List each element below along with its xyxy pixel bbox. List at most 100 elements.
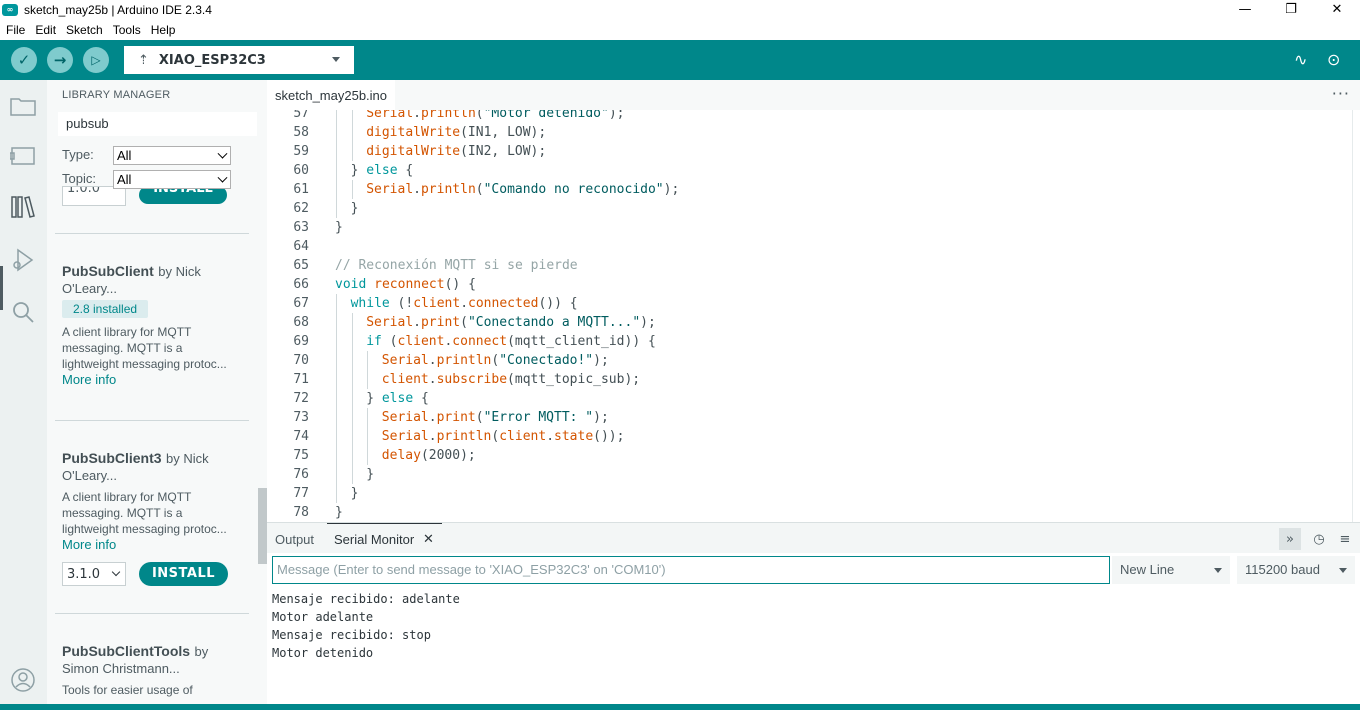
code-token: {: [413, 391, 429, 406]
code-token: () {: [444, 277, 476, 292]
code-text: }: [335, 503, 343, 522]
more-actions-icon[interactable]: ···: [1332, 84, 1350, 103]
indent-guide: [367, 446, 369, 465]
code-line: 59 digitalWrite(IN2, LOW);: [267, 142, 1347, 161]
more-info-link[interactable]: More info: [62, 372, 242, 387]
baud-rate-select[interactable]: 115200 baud: [1237, 556, 1355, 584]
tab-sketch[interactable]: sketch_may25b.ino: [267, 80, 395, 110]
code-line: 60} else {: [267, 161, 1347, 180]
code-line: 74 Serial.println(client.state());: [267, 427, 1347, 446]
menu-edit[interactable]: Edit: [35, 23, 56, 37]
debug-icon[interactable]: [9, 246, 37, 274]
restore-icon[interactable]: ❐: [1268, 0, 1314, 19]
line-number: 58: [293, 125, 309, 140]
indent-guide: [351, 142, 353, 161]
line-number: 66: [293, 277, 309, 292]
editor-scrollbar[interactable]: [1352, 110, 1360, 522]
code-line: 71 client.subscribe(mqtt_topic_sub);: [267, 370, 1347, 389]
board-selector[interactable]: ⇡ XIAO_ESP32C3: [124, 46, 354, 74]
minimize-icon[interactable]: —: [1222, 0, 1268, 19]
search-icon[interactable]: [9, 298, 37, 326]
partial-version-select[interactable]: 1.0.0: [62, 186, 126, 206]
chevron-down-icon: [332, 57, 340, 62]
code-text: if (client.connect(mqtt_client_id)) {: [366, 332, 656, 351]
code-token: (: [460, 315, 468, 330]
toggle-autoscroll-icon[interactable]: »: [1279, 528, 1301, 550]
library-manager-panel: LIBRARY MANAGER pubsub 1.0.0 INSTALL Typ…: [47, 80, 267, 704]
code-line: 62}: [267, 199, 1347, 218]
debug-button[interactable]: ▷: [83, 47, 109, 73]
code-token: connected: [468, 296, 539, 311]
code-line: 66 void reconnect() {: [267, 275, 1347, 294]
indent-guide: [351, 370, 353, 389]
bottom-panel-tabs: Output Serial Monitor ✕ » ◷ ≡: [267, 522, 1360, 553]
code-line: 65 // Reconexión MQTT si se pierde: [267, 256, 1347, 275]
debug-icon: ▷: [91, 53, 101, 67]
close-icon[interactable]: ✕: [423, 532, 434, 547]
line-number: 71: [293, 372, 309, 387]
line-number: 59: [293, 144, 309, 159]
code-token: .: [428, 353, 437, 368]
serial-plotter-icon[interactable]: ∿: [1294, 50, 1307, 69]
indent-guide: [351, 465, 353, 484]
library-manager-icon[interactable]: [9, 193, 37, 221]
code-line: 63}: [267, 218, 1347, 237]
indent-guide: [336, 408, 337, 427]
code-line: 58 digitalWrite(IN1, LOW);: [267, 123, 1347, 142]
menu-sketch[interactable]: Sketch: [66, 23, 103, 37]
topic-select[interactable]: All: [113, 170, 231, 189]
serial-message-input[interactable]: Message (Enter to send message to 'XIAO_…: [272, 556, 1110, 584]
serial-output-line: Mensaje recibido: stop: [272, 628, 431, 642]
tab-output[interactable]: Output: [275, 532, 314, 547]
code-token: digitalWrite: [366, 144, 461, 159]
indent-guide: [351, 123, 353, 142]
code-line: 72} else {: [267, 389, 1347, 408]
clear-output-icon[interactable]: ≡: [1334, 528, 1356, 550]
indent-guide: [367, 351, 369, 370]
code-editor[interactable]: 57 Serial.println("Motor detenido"); 58 dig…: [267, 110, 1360, 522]
verify-button[interactable]: ✓: [11, 47, 37, 73]
arduino-logo-icon: ∞: [2, 3, 18, 16]
code-token: println: [436, 429, 492, 444]
code-token: Serial: [381, 410, 429, 425]
account-icon[interactable]: [9, 666, 37, 694]
library-name: PubSubClientTools: [62, 643, 191, 659]
line-ending-select[interactable]: New Line: [1112, 556, 1230, 584]
line-number: 57: [293, 110, 309, 121]
editor-tabs: sketch_may25b.ino ···: [267, 80, 1360, 110]
folder-icon[interactable]: [9, 92, 37, 120]
version-select[interactable]: 3.1.0: [62, 562, 126, 586]
install-button[interactable]: INSTALL: [139, 562, 228, 586]
code-token: println: [420, 182, 476, 197]
menu-tools[interactable]: Tools: [113, 23, 141, 37]
close-icon[interactable]: ✕: [1314, 0, 1360, 19]
menu-help[interactable]: Help: [151, 23, 176, 37]
code-token: "Conectado!": [499, 353, 594, 368]
timestamp-icon[interactable]: ◷: [1308, 528, 1330, 550]
indent-guide: [336, 180, 337, 199]
serial-monitor-icon[interactable]: ⊙: [1327, 50, 1340, 69]
line-number: 73: [293, 410, 309, 425]
sidebar-scrollbar[interactable]: [258, 488, 267, 564]
more-info-link[interactable]: More info: [62, 537, 242, 552]
type-select[interactable]: All: [113, 146, 231, 165]
window-title: sketch_may25b | Arduino IDE 2.3.4: [24, 2, 212, 17]
board-manager-icon[interactable]: [9, 142, 37, 170]
line-number: 67: [293, 296, 309, 311]
menu-bar: File Edit Sketch Tools Help: [0, 19, 1360, 40]
chevron-down-icon: [217, 172, 228, 183]
library-item-pubsubclient: PubSubClient by Nick O'Leary... 2.8 inst…: [62, 263, 242, 387]
indent-guide: [351, 427, 353, 446]
indent-guide: [351, 332, 353, 351]
installed-badge: 2.8 installed: [62, 300, 149, 318]
serial-output-line: Motor adelante: [272, 610, 374, 624]
line-number: 68: [293, 315, 309, 330]
menu-file[interactable]: File: [6, 23, 25, 37]
activity-bar: [0, 80, 47, 704]
code-line: 61 Serial.println("Comando no reconocido"…: [267, 180, 1347, 199]
library-search-input[interactable]: pubsub: [58, 112, 257, 136]
upload-button[interactable]: →: [47, 47, 73, 73]
code-token: .: [428, 410, 437, 425]
library-description: A client library for MQTT messaging. MQT…: [62, 325, 227, 371]
tab-serial-monitor[interactable]: Serial Monitor: [334, 532, 414, 547]
